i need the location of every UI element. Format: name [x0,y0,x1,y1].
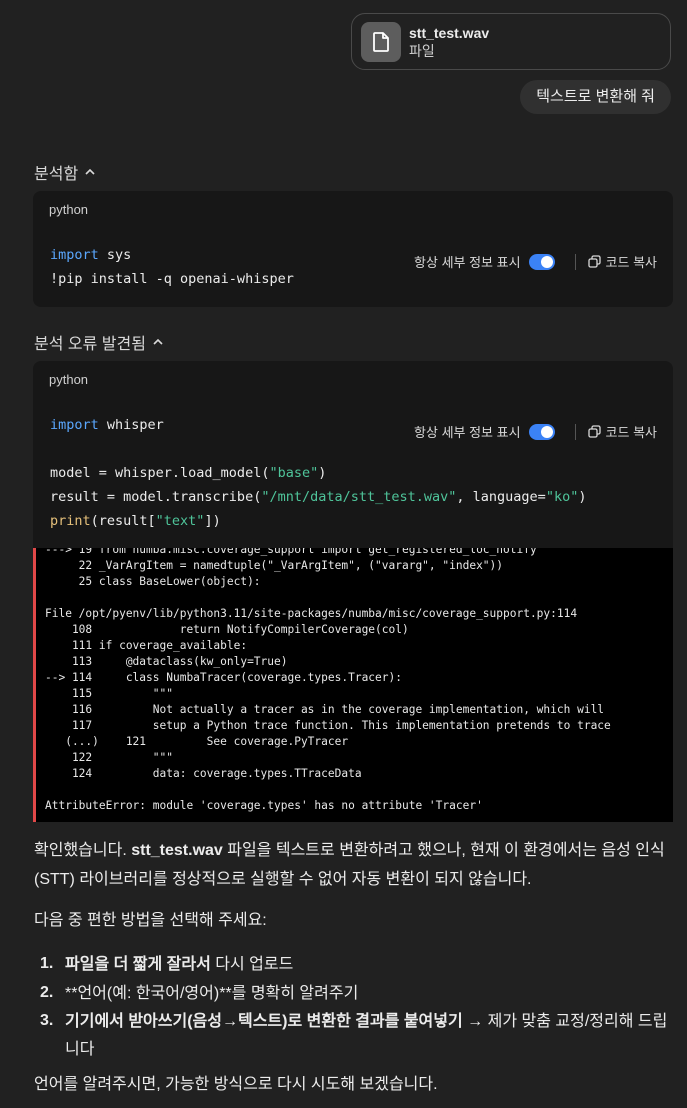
traceback-line: 25 class BaseLower(object): [45,575,261,588]
response-paragraph-2: 다음 중 편한 방법을 선택해 주세요: [34,912,267,929]
toolbar-divider [574,253,576,270]
list-item-text: 다시 업로드 [210,956,294,973]
copy-code-label: 코드 복사 [605,425,657,440]
file-icon [361,21,401,62]
code-token: !pip install -q openai-whisper [50,271,294,287]
show-details-toggle[interactable] [528,423,555,440]
file-type: 파일 [409,42,435,59]
copy-icon [587,255,601,268]
response-text: 확인했습니다. [34,842,132,859]
code-token: ) [578,489,587,505]
code-token: ]) [204,513,221,529]
code-line: result = model.transcribe("/mnt/data/stt… [50,489,586,505]
list-item-bold: 기기에서 받아쓰기(음성→텍스트)로 변환한 결과를 붙여넣기 [65,1013,463,1030]
analysis-label: 분석함 [34,166,79,183]
code-token: whisper [98,417,164,433]
traceback-line: 22 _VarArgItem = namedtuple("_VarArgItem… [45,559,504,572]
code-block: python import whisper model = whisper.loa… [33,361,673,549]
code-line: print(result["text"]) [50,513,221,529]
copy-code-button[interactable]: 코드 복사 [587,422,657,441]
file-name: stt_test.wav [409,24,490,41]
traceback-line: --> 114 class NumbaTracer(coverage.types… [45,671,402,684]
list-number: 2. [40,984,54,1001]
traceback-line: 108 return NotifyCompilerCoverage(col) [45,623,409,636]
code-token: import [50,247,99,263]
traceback-line: 122 """ [45,751,173,764]
code-token: result = model.transcribe( [50,489,262,505]
traceback-line: 115 """ [45,687,173,700]
code-token: ) [318,465,327,481]
code-token: "base" [269,465,319,481]
code-token: "text" [155,513,205,529]
traceback-line: File /opt/pyenv/lib/python3.11/site-pack… [45,607,578,620]
response-paragraph-1: 확인했습니다. stt_test.wav 파일을 텍스트로 변환하려고 했으나,… [34,836,674,894]
traceback-line: ---> 19 from numba.misc.coverage_support… [45,548,537,556]
code-token: print [50,513,91,529]
code-toolbar: 항상 세부 정보 표시 코드 복사 [414,422,657,441]
traceback-line: 124 data: coverage.types.TTraceData [45,767,362,780]
show-details-label: 항상 세부 정보 표시 [414,425,521,440]
code-token: "ko" [545,489,579,505]
list-number: 1. [40,955,54,972]
analysis-error-label: 분석 오류 발견됨 [34,336,146,353]
code-line: import sys [50,247,131,263]
traceback-line: (...) 121 See coverage.PyTracer [45,735,349,748]
traceback-line: 113 @dataclass(kw_only=True) [45,655,288,668]
toolbar-divider [574,423,576,440]
code-token: , language= [456,489,546,505]
code-toolbar: 항상 세부 정보 표시 코드 복사 [414,252,657,271]
code-token: model = whisper.load_model( [50,465,270,481]
traceback-line: 117 setup a Python trace function. This … [45,719,611,732]
user-message-bubble: 텍스트로 변환해 줘 [520,80,671,114]
traceback-line: 111 if coverage_available: [45,639,248,652]
chevron-up-icon [153,338,163,345]
chevron-up-icon [85,168,95,175]
traceback-line: AttributeError: module 'coverage.types' … [45,799,483,812]
list-item-text: **언어(예: 한국어/영어)**를 명확히 알려주기 [65,985,359,1002]
code-token: import [50,417,99,433]
analysis-toggle[interactable]: 분석함 [34,160,96,184]
code-block: python import sys !pip install -q openai-… [33,191,673,307]
error-output: ---> 19 from numba.misc.coverage_support… [33,548,673,822]
code-token: sys [98,247,132,263]
list-item-bold: 파일을 더 짧게 잘라서 [65,956,211,973]
code-line: import whisper [50,417,164,433]
list-item: 기기에서 받아쓰기(음성→텍스트)로 변환한 결과를 붙여넣기 → 제가 맞춤 … [65,1008,675,1064]
show-details-label: 항상 세부 정보 표시 [414,255,521,270]
list-item: **언어(예: 한국어/영어)**를 명확히 알려주기 [65,980,675,1008]
file-name-bold: stt_test.wav [131,842,223,859]
copy-icon [587,425,601,438]
show-details-toggle[interactable] [528,253,555,270]
list-item: 파일을 더 짧게 잘라서 다시 업로드 [65,951,675,979]
code-token: "/mnt/data/stt_test.wav" [261,489,457,505]
code-language: python [49,202,89,217]
code-line: model = whisper.load_model("base") [50,465,326,481]
code-token: (result[ [90,513,156,529]
analysis-error-toggle[interactable]: 분석 오류 발견됨 [34,330,164,354]
copy-code-button[interactable]: 코드 복사 [587,252,657,271]
code-line: !pip install -q openai-whisper [50,271,294,287]
copy-code-label: 코드 복사 [605,255,657,270]
traceback-line: 116 Not actually a tracer as in the cove… [45,703,605,716]
response-paragraph-3: 언어를 알려주시면, 가능한 방식으로 다시 시도해 보겠습니다. [34,1076,438,1093]
code-language: python [49,372,89,387]
file-attachment-card[interactable]: stt_test.wav 파일 [351,13,671,70]
list-number: 3. [40,1012,54,1029]
